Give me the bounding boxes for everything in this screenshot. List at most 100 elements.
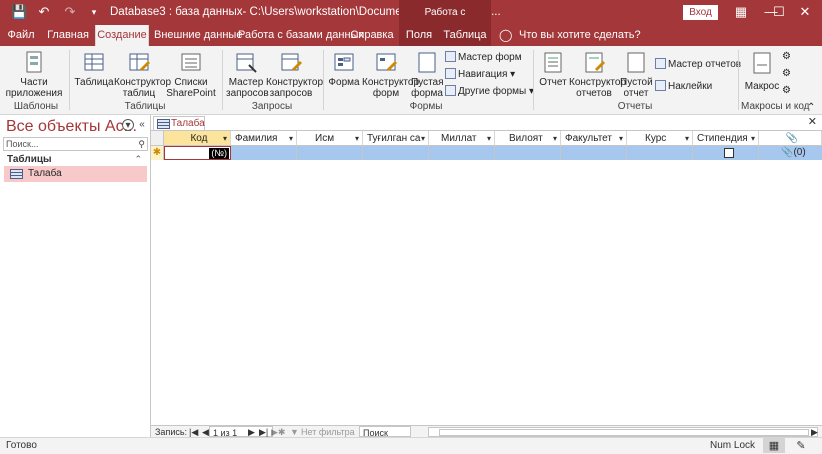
tell-me-box[interactable]: Что вы хотите сделать? <box>519 25 641 46</box>
undo-icon[interactable]: ↶ <box>36 4 52 20</box>
datasheet-view-icon[interactable]: ▦ <box>763 438 785 453</box>
nav-search-input[interactable]: Поиск... ⚲ <box>3 137 148 151</box>
report-wizard-button[interactable]: Мастер отчетов <box>655 58 741 70</box>
column-header-kod[interactable]: Код ▾ <box>164 131 231 146</box>
dropdown-icon[interactable]: ▾ <box>289 131 293 145</box>
dropdown-icon[interactable]: ▾ <box>619 131 623 145</box>
query-design-button[interactable]: Конструктор запросов <box>266 51 323 99</box>
sharepoint-icon <box>181 53 201 71</box>
app-parts-label: Части приложения <box>5 77 63 99</box>
column-header-viloyat[interactable]: Вилоят ▾ <box>495 131 561 146</box>
form-design-button[interactable]: Конструктор форм <box>362 51 419 99</box>
cell-stipendiya[interactable] <box>693 146 759 160</box>
new-record-row[interactable]: ✱ (№) 📎(0) <box>151 146 822 160</box>
separator <box>738 50 739 110</box>
more-forms-button[interactable]: Другие формы ▾ <box>445 85 534 97</box>
dropdown-icon[interactable]: ▾ <box>751 131 755 145</box>
cell-familiya[interactable] <box>231 146 297 160</box>
form-wizard-label: Мастер форм <box>458 52 522 63</box>
cell-fakultet[interactable] <box>561 146 627 160</box>
group-templates: Шаблоны <box>13 101 59 112</box>
macro-button[interactable]: Макрос <box>744 51 780 92</box>
column-header-fakultet[interactable]: Факультет ▾ <box>561 131 627 146</box>
cell-kurs[interactable] <box>627 146 693 160</box>
blank-form-button[interactable]: Пустая форма <box>411 51 444 99</box>
navigation-button[interactable]: Навигация ▾ <box>445 68 515 80</box>
blank-report-label: Пустой отчет <box>620 77 653 99</box>
column-header-kurs[interactable]: Курс ▾ <box>627 131 693 146</box>
cell-attachments[interactable]: 📎(0) <box>759 146 822 160</box>
dropdown-icon[interactable]: ▾ <box>421 131 425 145</box>
select-all-corner[interactable] <box>151 131 164 146</box>
group-tables: Таблицы <box>124 101 166 112</box>
group-reports: Отчеты <box>617 101 653 112</box>
dropdown-icon[interactable]: ▾ <box>487 131 491 145</box>
nav-menu-icon[interactable]: ▾ <box>122 119 134 131</box>
tab-database-tools[interactable]: Работа с базами данных <box>238 25 364 46</box>
tab-home[interactable]: Главная <box>45 25 91 46</box>
report-label: Отчет <box>539 77 567 88</box>
save-icon[interactable]: 💾 <box>11 4 27 20</box>
doc-tab-talaba[interactable]: Талаба <box>153 116 205 130</box>
report-design-button[interactable]: Конструктор отчетов <box>569 51 626 99</box>
redo-icon[interactable]: ↷ <box>62 4 78 20</box>
collapse-group-icon[interactable]: ⌃ <box>134 153 142 166</box>
navigation-label: Навигация <box>458 69 508 80</box>
dropdown-icon[interactable]: ▾ <box>223 131 227 145</box>
tab-file[interactable]: Файл <box>4 25 38 46</box>
cell-tugilgan[interactable] <box>363 146 429 160</box>
nav-collapse-icon[interactable]: « <box>136 119 148 131</box>
dropdown-icon[interactable]: ▾ <box>355 131 359 145</box>
tab-table[interactable]: Таблица <box>443 25 487 46</box>
query-wizard-button[interactable]: Мастер запросов <box>226 51 269 99</box>
collapse-ribbon-icon[interactable]: ⌃ <box>807 102 815 113</box>
column-header-familiya[interactable]: Фамилия ▾ <box>231 131 297 146</box>
signin-button[interactable]: Вход <box>683 5 718 20</box>
cell-viloyat[interactable] <box>495 146 561 160</box>
search-icon[interactable]: ⚲ <box>138 138 145 150</box>
dropdown-icon[interactable]: ▾ <box>553 131 557 145</box>
column-header-ism[interactable]: Исм ▾ <box>297 131 363 146</box>
customize-icon[interactable]: ▾ <box>86 4 102 20</box>
class-module-icon[interactable]: ⚙ <box>782 68 791 79</box>
cell-ism[interactable] <box>297 146 363 160</box>
dropdown-icon[interactable]: ▾ <box>685 131 689 145</box>
blank-report-button[interactable]: Пустой отчет <box>620 51 653 99</box>
tab-fields[interactable]: Поля <box>402 25 436 46</box>
column-header-stipendiya[interactable]: Стипендия ▾ <box>693 131 759 146</box>
column-header-attachments[interactable]: 📎 <box>759 131 822 146</box>
form-wizard-button[interactable]: Мастер форм <box>445 51 522 63</box>
ribbon-options-icon[interactable]: ▦ <box>724 0 758 25</box>
nav-item-talaba[interactable]: Талаба <box>4 166 147 182</box>
tab-external-data[interactable]: Внешние данные <box>154 25 242 46</box>
horizontal-scrollbar[interactable] <box>428 427 818 437</box>
sharepoint-lists-button[interactable]: Списки SharePoint <box>166 51 216 99</box>
table-design-button[interactable]: Конструктор таблиц <box>114 51 171 99</box>
design-view-icon[interactable]: ✎ <box>790 438 812 453</box>
visual-basic-icon[interactable]: ⚙ <box>782 85 791 96</box>
module-icon[interactable]: ⚙ <box>782 51 791 62</box>
tab-create[interactable]: Создание <box>95 25 149 46</box>
nav-pane-title[interactable]: Все объекты Ac... <box>6 118 137 136</box>
scroll-thumb[interactable] <box>439 429 809 436</box>
column-label: Курс <box>645 133 667 144</box>
labels-button[interactable]: Наклейки <box>655 80 712 92</box>
record-search-input[interactable]: Поиск <box>359 426 411 438</box>
stipendiya-checkbox[interactable] <box>724 148 734 158</box>
table-button[interactable]: Таблица <box>74 51 114 88</box>
close-document-icon[interactable]: ✕ <box>808 115 817 128</box>
close-icon[interactable]: ✕ <box>788 0 822 25</box>
column-header-millat[interactable]: Миллат ▾ <box>429 131 495 146</box>
cell-millat[interactable] <box>429 146 495 160</box>
new-record-icon[interactable]: ✱ <box>151 146 164 160</box>
app-parts-button[interactable]: Части приложения <box>4 51 64 99</box>
nav-group-tables[interactable]: Таблицы ⌃ <box>3 153 148 166</box>
cell-kod[interactable]: (№) <box>164 146 231 160</box>
tab-help[interactable]: Справка <box>350 25 394 46</box>
nav-group-label: Таблицы <box>7 154 52 165</box>
report-button[interactable]: Отчет <box>537 51 569 88</box>
report-design-label: Конструктор отчетов <box>569 77 627 99</box>
form-button[interactable]: Форма <box>326 51 362 88</box>
column-header-tugilgan[interactable]: Туғилган са ▾ <box>363 131 429 146</box>
labels-label: Наклейки <box>668 81 713 92</box>
